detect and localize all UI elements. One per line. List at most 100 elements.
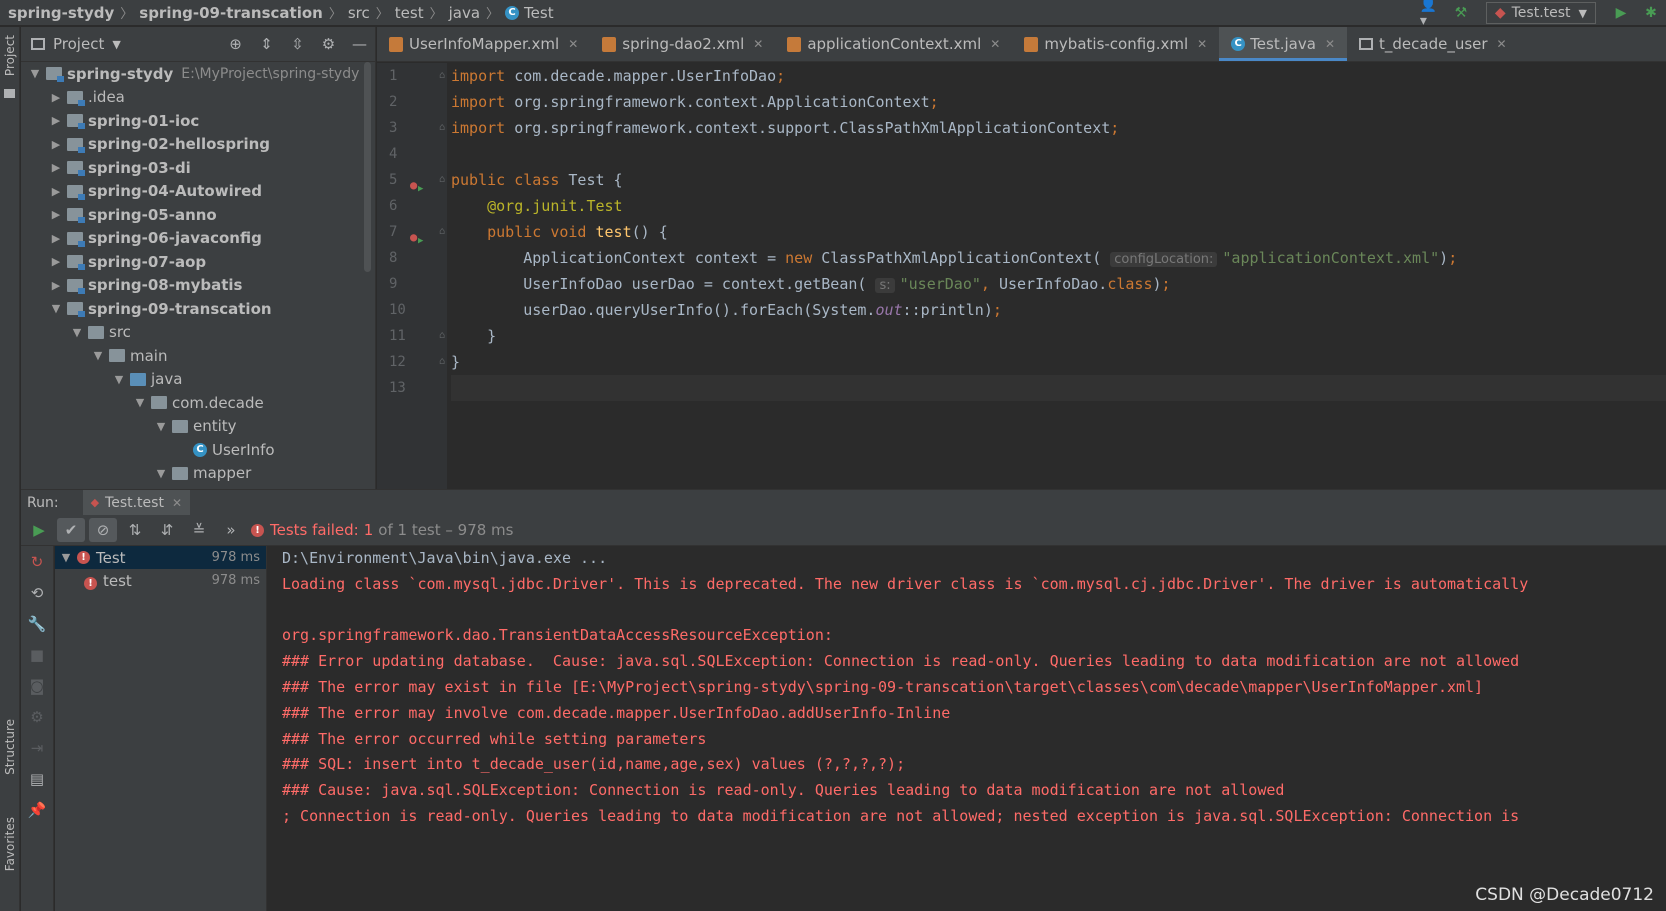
rerun-failed-icon[interactable]: ↻ (21, 546, 53, 577)
editor-tab[interactable]: mybatis-config.xml ✕ (1012, 27, 1219, 61)
run-icon[interactable]: ▶ (1610, 2, 1632, 24)
project-tree-item[interactable]: ▼ src (21, 321, 375, 345)
close-icon[interactable]: ✕ (172, 496, 182, 510)
breadcrumb-java[interactable]: java (449, 4, 480, 22)
project-tree-item[interactable]: ▼ main (21, 344, 375, 368)
fold-marker-icon[interactable]: ⌂ (439, 167, 445, 193)
chevron-down-icon[interactable]: ▼ (48, 302, 64, 315)
project-tree-item[interactable]: ▶ spring-08-mybatis (21, 274, 375, 298)
fold-marker-icon[interactable]: ⌂ (439, 323, 445, 349)
editor-tab[interactable]: C Test.java ✕ (1219, 27, 1347, 61)
toggle-auto-test-icon[interactable]: ⟲ (21, 577, 53, 608)
project-tree-item[interactable]: ▼ mapper (21, 462, 375, 486)
run-configuration-select[interactable]: ◆ Test.test ▼ (1485, 2, 1596, 24)
project-tree-item[interactable]: ▶ spring-02-hellospring (21, 133, 375, 157)
project-tree-item[interactable]: ▶ .idea (21, 86, 375, 110)
editor-tab[interactable]: spring-dao2.xml ✕ (590, 27, 775, 61)
chevron-down-icon[interactable]: ▼ (112, 38, 120, 51)
chevron-right-icon[interactable]: ▶ (48, 138, 64, 151)
project-tool-button[interactable]: Project (3, 35, 17, 76)
close-icon[interactable]: ✕ (1497, 37, 1507, 51)
breadcrumb-project[interactable]: spring-stydy (8, 4, 114, 22)
test-method-row[interactable]: ! test 978 ms (55, 569, 266, 592)
close-icon[interactable]: ✕ (990, 37, 1000, 51)
breadcrumb-class[interactable]: C Test (505, 4, 554, 22)
chevron-right-icon[interactable]: ▶ (48, 232, 64, 245)
project-tree-item[interactable]: ▼ spring-stydy E:\MyProject\spring-stydy (21, 62, 375, 86)
project-tree-item[interactable]: ▼ spring-09-transcation (21, 297, 375, 321)
project-view-selector[interactable]: Project (53, 35, 104, 53)
collapse-all-icon[interactable]: ⇳ (282, 35, 313, 53)
expand-icon[interactable]: ≚ (185, 518, 213, 542)
more-icon[interactable]: » (217, 518, 245, 542)
project-tree-item[interactable]: ▼ entity (21, 415, 375, 439)
code-line: import com.decade.mapper.UserInfoDao; (451, 67, 786, 85)
chevron-down-icon[interactable]: ▼ (132, 396, 148, 409)
chevron-down-icon[interactable]: ▼ (27, 67, 43, 80)
test-class-row[interactable]: ▼ ! Test 978 ms (55, 546, 266, 569)
breadcrumb-src[interactable]: src (348, 4, 370, 22)
chevron-right-icon[interactable]: ▶ (48, 114, 64, 127)
project-tree-item[interactable]: C UserInfo (21, 438, 375, 462)
exit-icon[interactable]: ⇥ (21, 732, 53, 763)
breadcrumb-test[interactable]: test (395, 4, 424, 22)
project-tree-item[interactable]: ▶ spring-06-javaconfig (21, 227, 375, 251)
project-tree-item[interactable]: ▼ com.decade (21, 391, 375, 415)
close-icon[interactable]: ✕ (753, 37, 763, 51)
close-icon[interactable]: ✕ (568, 37, 578, 51)
hide-icon[interactable]: — (344, 35, 375, 53)
show-ignored-icon[interactable]: ⊘ (89, 518, 117, 542)
chevron-right-icon[interactable]: ▶ (48, 91, 64, 104)
sort-alpha-icon[interactable]: ⇅ (121, 518, 149, 542)
close-icon[interactable]: ✕ (1197, 37, 1207, 51)
project-tree-item[interactable]: ▶ spring-05-anno (21, 203, 375, 227)
chevron-down-icon[interactable]: ▼ (69, 326, 85, 339)
line-number: 2 (377, 89, 447, 115)
locate-icon[interactable]: ⊕ (220, 35, 251, 53)
chevron-down-icon[interactable]: ▼ (55, 551, 77, 564)
chevron-right-icon[interactable]: ▶ (48, 255, 64, 268)
expand-all-icon[interactable]: ⇕ (251, 35, 282, 53)
settings-icon[interactable]: ⚙ (21, 701, 53, 732)
chevron-down-icon[interactable]: ▼ (111, 373, 127, 386)
chevron-down-icon[interactable]: ▼ (90, 349, 106, 362)
console-output[interactable]: D:\Environment\Java\bin\java.exe ... Load… (268, 546, 1666, 911)
rerun-icon[interactable]: ▶ (25, 518, 53, 542)
run-tab[interactable]: ◆ Test.test ✕ (82, 489, 190, 516)
camera-icon[interactable]: ◙ (21, 670, 53, 701)
editor-tab[interactable]: UserInfoMapper.xml ✕ (377, 27, 590, 61)
project-tree-item[interactable]: ▶ spring-07-aop (21, 250, 375, 274)
favorites-tool-button[interactable]: Favorites (3, 817, 17, 871)
chevron-down-icon[interactable]: ▼ (153, 467, 169, 480)
fold-marker-icon[interactable]: ⌂ (439, 219, 445, 245)
editor-tab[interactable]: t_decade_user ✕ (1347, 27, 1519, 61)
fold-marker-icon[interactable]: ⌂ (439, 349, 445, 375)
editor-tab[interactable]: applicationContext.xml ✕ (775, 27, 1012, 61)
debug-icon[interactable]: ✱ (1640, 2, 1662, 24)
chevron-right-icon[interactable]: ▶ (48, 279, 64, 292)
show-passed-icon[interactable]: ✔ (57, 518, 85, 542)
user-icon[interactable]: 👤▾ (1420, 0, 1442, 29)
chevron-right-icon[interactable]: ▶ (48, 161, 64, 174)
stop-icon[interactable]: ■ (21, 639, 53, 670)
structure-tool-button[interactable]: Structure (3, 719, 17, 775)
build-hammer-icon[interactable]: ⚒ (1450, 2, 1472, 24)
fold-marker-icon[interactable]: ⌂ (439, 115, 445, 141)
chevron-right-icon[interactable]: ▶ (48, 208, 64, 221)
fold-marker-icon[interactable]: ⌂ (439, 63, 445, 89)
code-content[interactable]: import com.decade.mapper.UserInfoDao; im… (451, 63, 1666, 489)
project-tree-item[interactable]: ▶ spring-03-di (21, 156, 375, 180)
chevron-right-icon[interactable]: ▶ (48, 185, 64, 198)
scrollbar[interactable] (364, 62, 371, 272)
pin-icon[interactable]: 📌 (21, 794, 53, 825)
wrench-icon[interactable]: 🔧 (21, 608, 53, 639)
project-tree-item[interactable]: ▶ spring-01-ioc (21, 109, 375, 133)
sort-duration-icon[interactable]: ⇵ (153, 518, 181, 542)
close-icon[interactable]: ✕ (1325, 37, 1335, 51)
breadcrumb-module[interactable]: spring-09-transcation (139, 4, 323, 22)
project-tree-item[interactable]: ▶ spring-04-Autowired (21, 180, 375, 204)
gear-icon[interactable]: ⚙ (313, 35, 344, 53)
chevron-down-icon[interactable]: ▼ (153, 420, 169, 433)
layout-icon[interactable]: ▤ (21, 763, 53, 794)
project-tree-item[interactable]: ▼ java (21, 368, 375, 392)
